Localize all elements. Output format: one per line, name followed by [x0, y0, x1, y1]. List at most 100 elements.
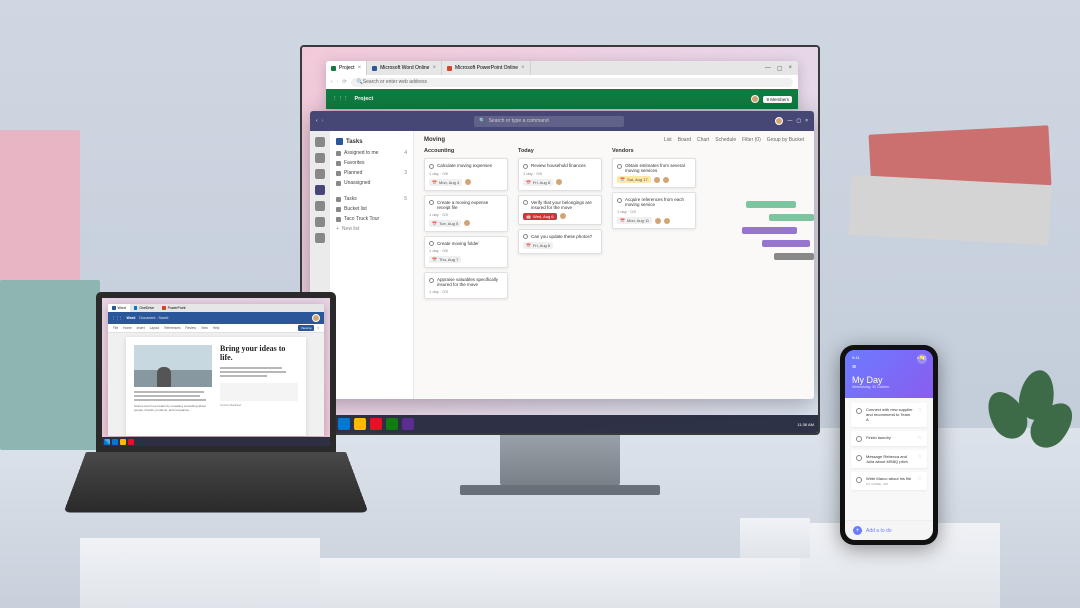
sidebar-item-tasks[interactable]: Tasks5 — [330, 194, 413, 204]
checkbox-icon[interactable] — [429, 278, 434, 283]
todo-item[interactable]: Message Rebecca and Julia about MSBQ pit… — [851, 450, 927, 468]
menu-references[interactable]: References — [164, 326, 180, 330]
sidebar-item-taco[interactable]: Taco Truck Tour — [330, 214, 413, 224]
calls-icon[interactable] — [315, 217, 325, 227]
checkbox-icon[interactable] — [856, 408, 862, 414]
minimize-icon[interactable]: — — [765, 65, 771, 72]
menu-insert[interactable]: Insert — [137, 326, 145, 330]
star-icon[interactable]: ☆ — [918, 407, 922, 413]
add-todo-button[interactable]: + Add a to do — [845, 520, 933, 540]
taskbar-clock[interactable]: 11:36 AM — [797, 422, 814, 427]
tab-list[interactable]: List — [664, 137, 672, 143]
sidebar-item-bucket[interactable]: Bucket list — [330, 204, 413, 214]
checkbox-icon[interactable] — [617, 198, 622, 203]
edge-icon[interactable] — [112, 439, 118, 445]
mail-icon[interactable] — [128, 439, 134, 445]
checkbox-icon[interactable] — [856, 477, 862, 483]
menu-view[interactable]: View — [201, 326, 208, 330]
avatar[interactable] — [312, 314, 320, 322]
search-input[interactable]: 🔍 Search or type a command — [474, 116, 624, 127]
checkbox-icon[interactable] — [429, 164, 434, 169]
avatar[interactable] — [775, 117, 783, 125]
back-icon[interactable]: ‹ — [316, 118, 318, 124]
chat-icon[interactable] — [315, 153, 325, 163]
document-canvas[interactable]: Stories touch our hearts by revealing so… — [108, 333, 324, 436]
task-card[interactable]: Obtain estimates from several moving ser… — [612, 158, 696, 188]
browser-tab-onedrive[interactable]: OneDrive — [130, 304, 158, 312]
sidebar-new-list[interactable]: +New list — [330, 224, 413, 234]
tasks-rail-icon[interactable] — [315, 185, 325, 195]
browser-tab-word[interactable]: Word — [108, 304, 130, 312]
close-icon[interactable]: × — [521, 65, 525, 71]
checkbox-icon[interactable] — [523, 164, 528, 169]
task-card[interactable]: Verify that your belongings are insured … — [518, 195, 602, 225]
edge-icon[interactable] — [338, 418, 350, 430]
task-card[interactable]: Create a moving expense receipt file1 da… — [424, 195, 508, 232]
menu-home[interactable]: Home — [123, 326, 132, 330]
sidebar-item-planned[interactable]: Planned3 — [330, 168, 413, 178]
mail-icon[interactable] — [370, 418, 382, 430]
star-icon[interactable]: ☆ — [918, 435, 922, 441]
lightbulb-icon[interactable]: 💡 — [917, 354, 927, 364]
star-icon[interactable]: ☆ — [918, 454, 922, 460]
teams-icon[interactable] — [315, 169, 325, 179]
minimize-icon[interactable]: — — [787, 118, 792, 124]
task-card[interactable]: Calculate moving expenses1 day · 0/5📅 Mo… — [424, 158, 508, 191]
browser-tab-powerpoint[interactable]: PowerPoint — [158, 304, 189, 312]
browser-tab-powerpoint[interactable]: Microsoft PowerPoint Online × — [442, 61, 531, 75]
start-button[interactable] — [104, 439, 110, 445]
explorer-icon[interactable] — [354, 418, 366, 430]
back-icon[interactable]: ‹ — [331, 79, 333, 85]
task-card[interactable]: Review household finances1 day · 0/5📅 Fr… — [518, 158, 602, 191]
refresh-icon[interactable]: ⟳ — [342, 79, 346, 85]
browser-tab-word[interactable]: Microsoft Word Online × — [367, 61, 442, 75]
task-card[interactable]: Acquire references from each moving serv… — [612, 192, 696, 229]
tab-board[interactable]: Board — [678, 137, 691, 143]
checkbox-icon[interactable] — [856, 436, 862, 442]
app-launcher-icon[interactable]: ⋮⋮⋮ — [112, 316, 123, 320]
star-icon[interactable]: ☆ — [918, 476, 922, 482]
task-card[interactable]: Appraise valuables specifically insured … — [424, 272, 508, 299]
avatar[interactable] — [751, 95, 759, 103]
app-launcher-icon[interactable]: ⋮⋮⋮ — [332, 96, 349, 102]
todo-item[interactable]: Write Marco about his fileFri, 14 May · … — [851, 472, 927, 490]
hamburger-icon[interactable]: ≡ — [852, 364, 856, 371]
menu-help[interactable]: Help — [213, 326, 220, 330]
checkbox-icon[interactable] — [429, 200, 434, 205]
sidebar-item-assigned[interactable]: Assigned to me4 — [330, 148, 413, 158]
sidebar-item-favorites[interactable]: Favorites — [330, 158, 413, 168]
browser-tab-project[interactable]: Project × — [326, 61, 367, 75]
todo-list[interactable]: Connect with new supplier and recommend … — [845, 398, 933, 520]
checkbox-icon[interactable] — [523, 200, 528, 205]
maximize-icon[interactable]: ▢ — [796, 118, 801, 124]
activity-icon[interactable] — [315, 137, 325, 147]
explorer-icon[interactable] — [120, 439, 126, 445]
todo-item[interactable]: Finish laundry☆ — [851, 431, 927, 446]
task-card[interactable]: Can you update these photos?📅 Fri, Aug 8 — [518, 229, 602, 255]
files-icon[interactable] — [315, 233, 325, 243]
checkbox-icon[interactable] — [429, 241, 434, 246]
maximize-icon[interactable]: ▢ — [777, 65, 783, 72]
todo-item[interactable]: Connect with new supplier and recommend … — [851, 403, 927, 427]
close-icon[interactable]: × — [358, 65, 362, 71]
close-icon[interactable]: × — [432, 65, 436, 71]
dropdown-icon[interactable]: ▾ — [317, 326, 319, 330]
address-input[interactable]: 🔍 Search or enter web address — [351, 78, 793, 87]
close-icon[interactable]: × — [805, 118, 808, 124]
tab-schedule[interactable]: Schedule — [715, 137, 736, 143]
board-filter[interactable]: Filter (0) — [742, 137, 761, 143]
menu-review[interactable]: Review — [186, 326, 196, 330]
tab-chart[interactable]: Chart — [697, 137, 709, 143]
task-card[interactable]: Create moving folder1 day · 0/5📅 Thu, Au… — [424, 236, 508, 269]
teams-icon[interactable] — [402, 418, 414, 430]
menu-file[interactable]: File — [113, 326, 118, 330]
sidebar-item-unassigned[interactable]: Unassigned — [330, 178, 413, 188]
excel-icon[interactable] — [386, 418, 398, 430]
close-icon[interactable]: × — [788, 65, 792, 72]
viewing-button[interactable]: Viewing — [298, 325, 314, 331]
calendar-icon[interactable] — [315, 201, 325, 211]
board-group[interactable]: Group by Bucket — [767, 137, 804, 143]
menu-layout[interactable]: Layout — [150, 326, 160, 330]
forward-icon[interactable]: › — [322, 118, 324, 124]
checkbox-icon[interactable] — [617, 164, 622, 169]
